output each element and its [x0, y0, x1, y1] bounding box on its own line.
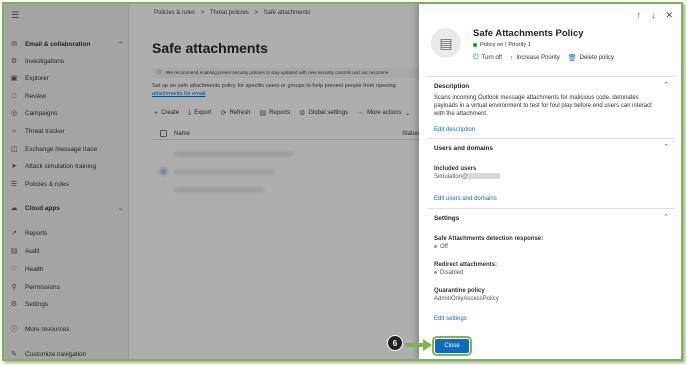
edit-users-domains-link[interactable]: Edit users and domains [434, 195, 497, 203]
delete-policy-button[interactable]: 🗑 Delete policy [568, 54, 614, 62]
step-number-badge: 6 [387, 335, 403, 351]
bullet-icon [434, 270, 437, 274]
edit-settings-link[interactable]: Edit settings [434, 315, 467, 323]
panel-actions: ⏻ Turn off ↑ Increase Priority 🗑 Delete pol… [473, 54, 614, 62]
callout-arrow-icon [405, 343, 425, 347]
settings-section: Settings ⌃ Safe Attachments detection re… [428, 208, 675, 326]
quarantine-policy-label: Quarantine policy [434, 288, 485, 294]
detection-response-value: Off [434, 243, 543, 251]
panel-navigation: ↑ ↓ ✕ [636, 10, 673, 21]
detection-response-label: Safe Attachments detection response: [434, 236, 544, 242]
increase-priority-button[interactable]: ↑ Increase Priority [510, 54, 560, 62]
redirect-attachments-label: Redirect attachments: [434, 262, 498, 268]
policy-status-text: Policy on | Priority 1 [480, 42, 532, 48]
description-text: Scans incoming Outlook message attachmen… [434, 95, 652, 117]
policy-status: Policy on | Priority 1 [473, 42, 531, 48]
arrow-up-icon: ↑ [509, 54, 514, 62]
turn-off-button[interactable]: ⏻ Turn off [473, 54, 502, 62]
users-domains-section: Users and domains ⌃ Included users Simul… [428, 138, 675, 208]
arrow-down-icon[interactable]: ↓ [651, 10, 656, 21]
chevron-up-icon[interactable]: ⌃ [663, 213, 669, 221]
power-icon: ⏻ [473, 54, 479, 61]
close-button[interactable]: Close [432, 336, 472, 356]
arrow-up-icon[interactable]: ↑ [636, 10, 641, 21]
edit-description-link[interactable]: Edit description [434, 126, 475, 134]
trash-icon: 🗑 [567, 55, 577, 62]
included-users-label: Included users [434, 166, 477, 172]
description-heading: Description [434, 83, 470, 90]
close-icon[interactable]: ✕ [665, 10, 673, 21]
panel-title: Safe Attachments Policy [473, 28, 584, 39]
chevron-up-icon[interactable]: ⌃ [663, 81, 669, 89]
policy-scroll-icon: ▤ [431, 28, 461, 58]
redirect-attachments-value: Disabled [434, 269, 497, 277]
modal-overlay[interactable] [4, 4, 419, 359]
bullet-icon [434, 244, 437, 248]
callout-arrowhead-icon [423, 339, 432, 351]
chevron-up-icon[interactable]: ⌃ [663, 143, 669, 151]
screenshot-frame: ☰ ✉ Email & collaboration ⌃ ⚙ Investigat… [2, 2, 683, 361]
quarantine-policy-value: AdminOnlyAccessPolicy [434, 296, 499, 302]
status-on-icon [473, 43, 477, 47]
users-domains-heading: Users and domains [434, 145, 493, 152]
redacted-text [468, 173, 501, 180]
policy-details-panel: ↑ ↓ ✕ ▤ Safe Attachments Policy Policy o… [419, 4, 681, 359]
settings-heading: Settings [434, 215, 460, 222]
included-users-value: Simulation@ [434, 173, 501, 181]
description-section: Description ⌃ Scans incoming Outlook mes… [428, 76, 675, 136]
